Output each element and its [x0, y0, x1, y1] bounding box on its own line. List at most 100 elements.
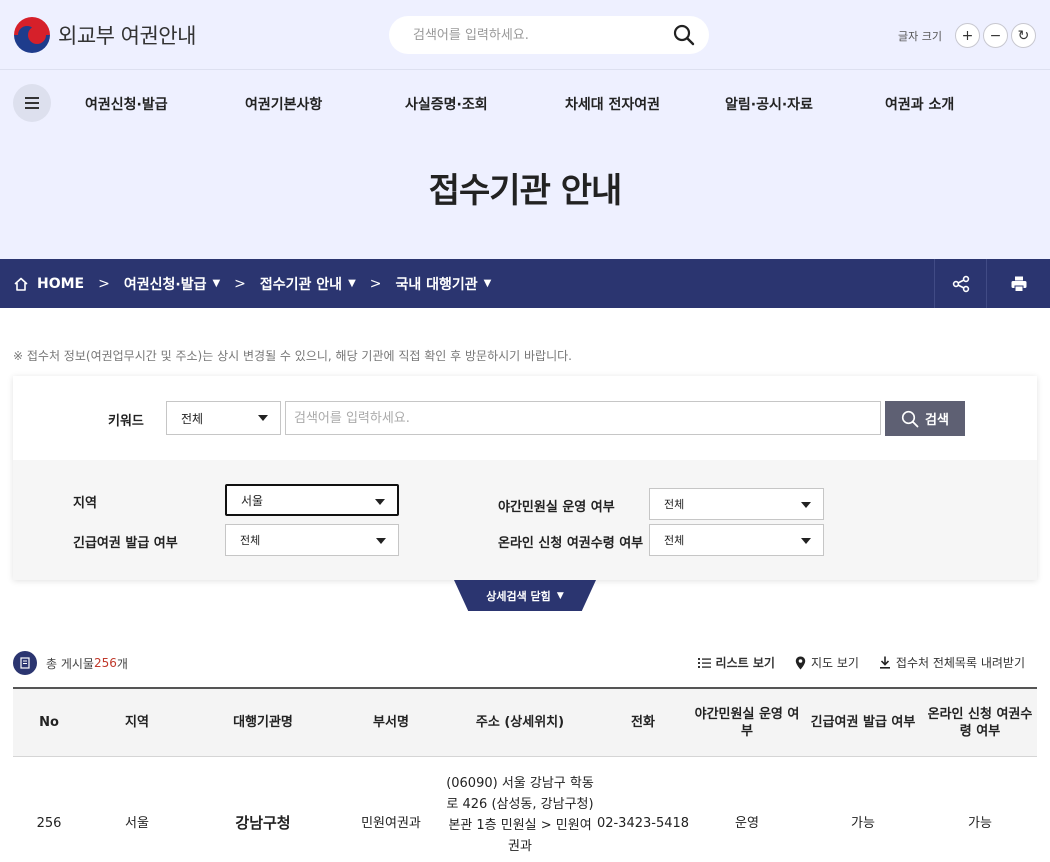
- notice-text: ※ 접수처 정보(여권업무시간 및 주소)는 상시 변경될 수 있으니, 해당 …: [13, 349, 572, 363]
- map-pin-icon: [795, 656, 806, 669]
- font-size-control: 글자 크기 + − ↻: [898, 23, 1036, 48]
- font-size-label: 글자 크기: [898, 29, 942, 43]
- gnb-item-about[interactable]: 여권과 소개: [885, 94, 1045, 114]
- detail-search-toggle-label: 상세검색 닫힘: [486, 589, 551, 603]
- gnb-item-passport-basics[interactable]: 여권기본사항: [245, 94, 405, 114]
- download-list-button[interactable]: 접수처 전체목록 내려받기: [879, 654, 1025, 671]
- keyword-search-button[interactable]: 검색: [885, 401, 965, 436]
- col-header-night-office: 야간민원실 운영 여부: [694, 706, 800, 739]
- col-header-region: 지역: [125, 715, 149, 730]
- map-view-label: 지도 보기: [810, 656, 859, 670]
- cell-no: 256: [36, 815, 62, 831]
- gnb-item-next-gen-passport[interactable]: 차세대 전자여권: [565, 94, 725, 114]
- cell-urgent: 가능: [851, 815, 875, 831]
- chevron-right-icon: >: [369, 275, 382, 292]
- total-count: 총 게시물 256 개: [13, 651, 128, 675]
- total-prefix: 총 게시물: [46, 656, 94, 671]
- keyword-input[interactable]: [285, 401, 881, 435]
- breadcrumb: HOME > 여권신청·발급 ▼ > 접수기관 안내 ▼ > 국내 대행기관 ▼: [13, 259, 491, 308]
- font-increase-button[interactable]: +: [955, 23, 980, 48]
- total-number: 256: [93, 656, 117, 670]
- night-office-label: 야간민원실 운영 여부: [498, 500, 615, 515]
- col-header-urgent: 긴급여권 발급 여부: [810, 715, 916, 730]
- detail-search-area: 지역 서울 야간민원실 운영 여부 전체 긴급여권 발급 여부 전체 온라인 신…: [13, 460, 1037, 580]
- cell-phone: 02-3423-5418: [596, 815, 690, 831]
- list-icon: [697, 658, 711, 668]
- region-label: 지역: [73, 496, 97, 511]
- list-view-label: 리스트 보기: [715, 656, 775, 670]
- gnb-item-certificate[interactable]: 사실증명·조회: [405, 94, 565, 114]
- night-office-value: 전체: [664, 498, 685, 511]
- chevron-right-icon: >: [234, 275, 246, 292]
- top-bar: 외교부 여권안내 글자 크기 + − ↻: [0, 0, 1050, 70]
- top-search-input[interactable]: [413, 24, 663, 46]
- col-header-phone: 전화: [631, 715, 655, 730]
- cell-address: (06090) 서울 강남구 학동로 426 (삼성동, 강남구청) 본관 1층…: [446, 776, 594, 854]
- search-icon[interactable]: [673, 24, 695, 46]
- cell-region: 서울: [125, 815, 149, 831]
- download-list-label: 접수처 전체목록 내려받기: [895, 656, 1025, 670]
- caret-down-icon: ▼: [556, 590, 564, 601]
- caret-down-icon[interactable]: ▼: [348, 278, 356, 289]
- caret-down-icon: [376, 538, 386, 544]
- night-office-select[interactable]: 전체: [649, 488, 824, 520]
- gnb-item-notice[interactable]: 알림·공시·자료: [725, 94, 885, 114]
- online-receipt-select[interactable]: 전체: [649, 524, 824, 556]
- col-header-no: No: [39, 715, 59, 730]
- home-icon: [14, 277, 28, 291]
- print-icon: [1011, 276, 1026, 292]
- list-view-button[interactable]: 리스트 보기: [697, 654, 775, 671]
- breadcrumb-level1[interactable]: 여권신청·발급: [124, 274, 207, 294]
- region-value: 서울: [241, 493, 264, 508]
- keyword-scope-select[interactable]: 전체: [166, 401, 281, 435]
- view-tools: 리스트 보기 지도 보기 접수처 전체목록 내려받기: [678, 654, 1025, 671]
- search-button-label: 검색: [925, 412, 949, 427]
- cell-online: 가능: [968, 815, 992, 831]
- share-button[interactable]: [934, 259, 986, 308]
- hamburger-menu-button[interactable]: [13, 84, 51, 122]
- online-receipt-value: 전체: [664, 534, 685, 547]
- col-header-agency: 대행기관명: [233, 715, 293, 730]
- breadcrumb-level2[interactable]: 접수기관 안내: [260, 274, 342, 294]
- chevron-right-icon: >: [98, 275, 110, 292]
- cell-night-office: 운영: [735, 815, 759, 831]
- urgent-passport-select[interactable]: 전체: [225, 524, 399, 556]
- breadcrumb-bar: HOME > 여권신청·발급 ▼ > 접수기관 안내 ▼ > 국내 대행기관 ▼: [0, 259, 1050, 308]
- top-search-box: [389, 16, 709, 54]
- gnb-item-passport-apply[interactable]: 여권신청·발급: [85, 94, 245, 114]
- detail-search-toggle[interactable]: 상세검색 닫힘 ▼: [454, 580, 596, 611]
- download-icon: [879, 656, 890, 669]
- online-receipt-label: 온라인 신청 여권수령 여부: [498, 536, 644, 551]
- caret-down-icon[interactable]: ▼: [212, 278, 220, 289]
- region-select[interactable]: 서울: [225, 484, 399, 516]
- breadcrumb-level3[interactable]: 국내 대행기관: [396, 274, 478, 294]
- map-view-button[interactable]: 지도 보기: [795, 654, 859, 671]
- share-icon: [952, 275, 969, 292]
- caret-down-icon: [801, 538, 811, 544]
- print-button[interactable]: [986, 259, 1050, 308]
- caret-down-icon: [375, 499, 385, 505]
- urgent-passport-label: 긴급여권 발급 여부: [73, 536, 178, 551]
- urgent-passport-value: 전체: [240, 534, 261, 547]
- logo-text: 외교부 여권안내: [58, 24, 196, 48]
- search-icon: [901, 410, 919, 427]
- cell-agency[interactable]: 강남구청: [189, 757, 337, 862]
- cell-dept: 민원여권과: [361, 815, 421, 831]
- search-panel: 키워드 전체 검색 지역 서울 야간민원실 운영 여부 전체 긴급여권 발급 여…: [13, 376, 1037, 580]
- breadcrumb-home[interactable]: HOME: [37, 276, 84, 292]
- table-row[interactable]: 256 서울 강남구청 민원여권과 (06090) 서울 강남구 학동로 426…: [13, 757, 1037, 862]
- keyword-label: 키워드: [108, 414, 144, 429]
- site-logo[interactable]: 외교부 여권안내: [14, 17, 196, 53]
- col-header-dept: 부서명: [373, 715, 409, 730]
- total-suffix: 개: [116, 656, 128, 671]
- font-decrease-button[interactable]: −: [983, 23, 1008, 48]
- global-nav: 여권신청·발급 여권기본사항 사실증명·조회 차세대 전자여권 알림·공시·자료…: [85, 94, 1045, 114]
- keyword-scope-value: 전체: [181, 411, 204, 426]
- caret-down-icon: [258, 415, 268, 421]
- caret-down-icon[interactable]: ▼: [484, 278, 492, 289]
- taegeuk-logo-icon: [14, 17, 50, 53]
- table-header: No 지역 대행기관명 부서명 주소 (상세위치) 전화 야간민원실 운영 여부…: [13, 689, 1037, 757]
- font-reset-button[interactable]: ↻: [1011, 23, 1036, 48]
- hero-section: 외교부 여권안내 글자 크기 + − ↻ 여권신청·발급 여권기본사항 사실증명…: [0, 0, 1050, 259]
- document-icon: [13, 651, 37, 675]
